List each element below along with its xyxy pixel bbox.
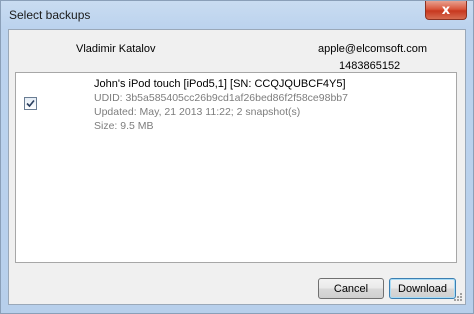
title-bar[interactable]: Select backups x — [1, 1, 473, 28]
resize-grip-icon[interactable] — [453, 292, 463, 302]
close-icon: x — [441, 2, 451, 18]
owner-name: Vladimir Katalov — [76, 43, 156, 55]
dialog-content: Vladimir Katalov apple@elcomsoft.com 148… — [8, 29, 466, 305]
device-name: John's iPod touch [iPod5,1] [SN: CCQJQUB… — [94, 78, 346, 90]
owner-id: 1483865152 — [339, 60, 401, 72]
backup-size: Size: 9.5 MB — [94, 120, 154, 132]
backup-list[interactable]: John's iPod touch [iPod5,1] [SN: CCQJQUB… — [15, 72, 457, 263]
download-button[interactable]: Download — [389, 278, 456, 299]
backup-row[interactable]: John's iPod touch [iPod5,1] [SN: CCQJQUB… — [16, 73, 456, 143]
window-title: Select backups — [9, 8, 91, 22]
owner-email: apple@elcomsoft.com — [318, 43, 427, 55]
select-backups-dialog: Select backups x Vladimir Katalov apple@… — [0, 0, 474, 314]
checkmark-icon — [26, 99, 35, 108]
device-udid: UDID: 3b5a585405cc26b9cd1af26bed86f2f58c… — [94, 92, 348, 104]
cancel-button[interactable]: Cancel — [318, 278, 384, 299]
backup-checkbox[interactable] — [24, 97, 37, 110]
backup-updated: Updated: May, 21 2013 11:22; 2 snapshot(… — [94, 106, 301, 118]
close-button[interactable]: x — [425, 1, 467, 20]
